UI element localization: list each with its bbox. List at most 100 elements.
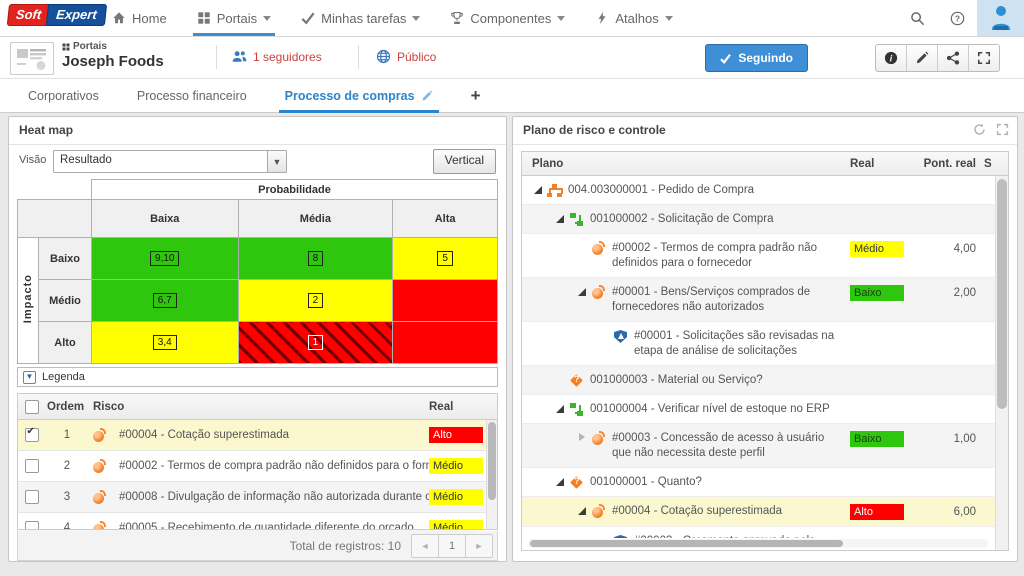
tree-expander[interactable] bbox=[554, 374, 566, 386]
add-tab-button[interactable]: + bbox=[471, 79, 481, 112]
horizontal-scrollbar[interactable] bbox=[528, 539, 988, 548]
portal-title: Joseph Foods bbox=[62, 53, 164, 70]
tree-expander[interactable] bbox=[554, 403, 566, 415]
screen: Soft Expert Home Portais Minhas tarefas C… bbox=[0, 0, 1024, 576]
edit-tab-icon[interactable] bbox=[421, 90, 433, 102]
heatmap-cell[interactable]: 9,10 bbox=[91, 237, 239, 280]
heatmap-cell-badge[interactable]: 8 bbox=[307, 251, 324, 266]
tree-expander[interactable] bbox=[532, 184, 544, 196]
plan-tree-row[interactable]: #00003 - Orçamento aprovado pela gerênci… bbox=[522, 527, 996, 538]
heatmap-cell[interactable]: 6,7 bbox=[91, 279, 239, 322]
plan-tree-row[interactable]: 001000004 - Verificar nível de estoque n… bbox=[522, 395, 996, 424]
heatmap-cell[interactable]: 5 bbox=[392, 237, 498, 280]
risk-table-row[interactable]: 4 #00005 - Recebimento de quantidade dif… bbox=[18, 513, 497, 529]
tab-processo-de-compras[interactable]: Processo de compras bbox=[278, 79, 439, 113]
share-button[interactable] bbox=[938, 45, 969, 71]
pont-real-value: 4,00 bbox=[953, 243, 976, 255]
tree-expander[interactable] bbox=[598, 535, 610, 538]
row-header-baixo: Baixo bbox=[38, 237, 92, 280]
heatmap-cell-badge[interactable]: 2 bbox=[307, 293, 324, 308]
col-pont-real[interactable]: Pont. real bbox=[914, 158, 984, 170]
heatmap-cell[interactable]: 1 bbox=[237, 321, 394, 364]
risk-level-badge: Alto bbox=[429, 427, 483, 443]
edit-button[interactable] bbox=[907, 45, 938, 71]
caret-down-icon bbox=[664, 14, 673, 22]
tree-expander[interactable] bbox=[576, 505, 588, 517]
plan-tree-row[interactable]: #00002 - Termos de compra padrão não def… bbox=[522, 234, 996, 278]
search-button[interactable] bbox=[897, 0, 937, 36]
plan-label: 001000002 - Solicitação de Compra bbox=[590, 213, 774, 225]
plan-tree-row[interactable]: #00001 - Bens/Serviços comprados de forn… bbox=[522, 278, 996, 322]
col-risco[interactable]: Risco bbox=[93, 401, 429, 413]
expand-icon[interactable] bbox=[996, 123, 1009, 136]
select-all-checkbox[interactable] bbox=[24, 399, 39, 414]
col-situacao[interactable]: S bbox=[984, 158, 996, 170]
heatmap-controls: Visão Resultado ▼ Vertical bbox=[9, 145, 506, 177]
risk-table-row[interactable]: 1 #00004 - Cotação superestimada Alto bbox=[18, 420, 497, 451]
col-real[interactable]: Real bbox=[850, 158, 914, 170]
row-checkbox[interactable] bbox=[24, 521, 39, 529]
process-icon bbox=[547, 183, 563, 198]
heatmap-cell[interactable] bbox=[392, 279, 498, 322]
heatmap-cell-badge[interactable]: 6,7 bbox=[152, 293, 177, 308]
row-checkbox[interactable] bbox=[24, 490, 39, 504]
nav-item-minhas-tarefas[interactable]: Minhas tarefas bbox=[301, 0, 421, 36]
risk-table-row[interactable]: 2 #00002 - Termos de compra padrão não d… bbox=[18, 451, 497, 482]
vertical-scrollbar[interactable] bbox=[486, 420, 497, 529]
nav-item-componentes[interactable]: Componentes bbox=[450, 0, 566, 36]
heatmap-cell-badge[interactable]: 9,10 bbox=[150, 251, 180, 266]
tab-processo-financeiro[interactable]: Processo financeiro bbox=[137, 79, 247, 112]
visibility-link[interactable]: Público bbox=[376, 49, 436, 64]
plan-tree-row[interactable]: #00003 - Concessão de acesso à usuário q… bbox=[522, 424, 996, 468]
view-select[interactable]: Resultado ▼ bbox=[53, 150, 287, 173]
fullscreen-button[interactable] bbox=[969, 45, 999, 71]
tree-expander[interactable] bbox=[554, 213, 566, 225]
heatmap-cell[interactable] bbox=[392, 321, 498, 364]
plan-tree-row[interactable]: 001000003 - Material ou Serviço? bbox=[522, 366, 996, 395]
info-button[interactable]: i bbox=[876, 45, 907, 71]
nav-item-home[interactable]: Home bbox=[112, 0, 167, 36]
heatmap-cell[interactable]: 2 bbox=[237, 279, 394, 322]
col-real[interactable]: Real bbox=[429, 401, 487, 413]
plan-tree-row[interactable]: 001000002 - Solicitação de Compra bbox=[522, 205, 996, 234]
heatmap-cell-badge[interactable]: 1 bbox=[307, 335, 324, 350]
risk-icon bbox=[591, 504, 606, 519]
vertical-scrollbar[interactable] bbox=[995, 176, 1008, 550]
risk-label: #00002 - Termos de compra padrão não def… bbox=[119, 460, 429, 472]
risk-table-row[interactable]: 3 #00008 - Divulgação de informação não … bbox=[18, 482, 497, 513]
tab-corporativos[interactable]: Corporativos bbox=[28, 79, 99, 112]
plan-tree-row[interactable]: #00001 - Solicitações são revisadas na e… bbox=[522, 322, 996, 366]
tree-expander[interactable] bbox=[576, 432, 588, 444]
col-plano[interactable]: Plano bbox=[522, 158, 850, 170]
prev-page-button[interactable]: ◄ bbox=[412, 534, 439, 557]
plan-tree-row[interactable]: #00004 - Cotação superestimada Alto 6,00 bbox=[522, 497, 996, 527]
row-checkbox[interactable] bbox=[24, 459, 39, 473]
row-checkbox[interactable] bbox=[24, 426, 39, 442]
plan-tree-row[interactable]: 004.003000001 - Pedido de Compra bbox=[522, 176, 996, 205]
heatmap-cell-badge[interactable]: 3,4 bbox=[152, 335, 177, 350]
tree-expander[interactable] bbox=[576, 242, 588, 254]
legend-toggle[interactable]: ▼ Legenda bbox=[17, 367, 498, 387]
refresh-icon[interactable] bbox=[973, 123, 986, 136]
user-menu[interactable] bbox=[977, 0, 1024, 36]
tree-expander[interactable] bbox=[554, 476, 566, 488]
heatmap-cell-badge[interactable]: 5 bbox=[437, 251, 453, 266]
plan-label: #00003 - Orçamento aprovado pela gerênci… bbox=[634, 534, 850, 538]
following-button[interactable]: Seguindo bbox=[705, 44, 808, 72]
help-button[interactable]: ? bbox=[937, 0, 977, 36]
nav-item-atalhos[interactable]: Atalhos bbox=[595, 0, 673, 36]
plan-tree-row[interactable]: 001000001 - Quanto? bbox=[522, 468, 996, 497]
bolt-icon bbox=[595, 11, 609, 25]
heatmap-cell[interactable]: 3,4 bbox=[91, 321, 239, 364]
col-ordem[interactable]: Ordem bbox=[45, 401, 93, 413]
next-page-button[interactable]: ► bbox=[466, 534, 492, 557]
help-icon: ? bbox=[950, 11, 965, 26]
nav-item-portais[interactable]: Portais bbox=[192, 0, 276, 36]
softexpert-logo[interactable]: Soft Expert bbox=[6, 4, 107, 26]
followers-link[interactable]: 1 seguidores bbox=[232, 49, 322, 64]
vertical-button[interactable]: Vertical bbox=[432, 149, 496, 174]
tree-expander[interactable] bbox=[576, 286, 588, 298]
tree-expander[interactable] bbox=[598, 330, 610, 342]
heatmap-cell[interactable]: 8 bbox=[237, 237, 394, 280]
portal-thumbnail[interactable] bbox=[10, 42, 54, 75]
